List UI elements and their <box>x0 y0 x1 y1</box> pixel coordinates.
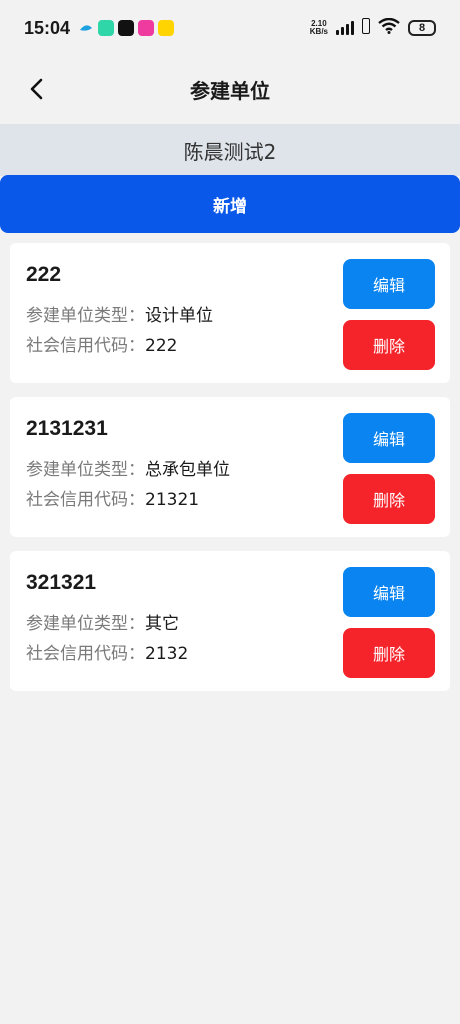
credit-code-label: 社会信用代码： <box>26 644 145 664</box>
sim-5g-icon <box>362 18 370 38</box>
unit-name: 222 <box>26 263 62 286</box>
edit-button[interactable]: 编辑 <box>343 567 435 617</box>
status-right: 2.10 KB/s 8 <box>310 17 436 38</box>
message-app-icon <box>98 20 115 36</box>
nav-bar: 参建单位 <box>0 56 460 122</box>
credit-code-label: 社会信用代码： <box>26 336 145 356</box>
unit-type-value: 设计单位 <box>145 306 213 326</box>
delete-button[interactable]: 删除 <box>343 320 435 370</box>
back-button[interactable] <box>22 74 52 104</box>
delete-button[interactable]: 删除 <box>343 628 435 678</box>
taobao-app-icon <box>118 20 135 36</box>
add-button[interactable]: 新增 <box>0 175 460 233</box>
status-bar: 15:04 2.10 KB/s 8 <box>0 0 460 56</box>
net-speed: 2.10 KB/s <box>310 20 328 36</box>
credit-code-value: 2132 <box>145 644 189 664</box>
credit-code-value: 222 <box>145 336 178 356</box>
credit-code-line: 社会信用代码：222 <box>26 331 177 356</box>
unit-type-value: 总承包单位 <box>145 460 230 480</box>
edit-button[interactable]: 编辑 <box>343 413 435 463</box>
credit-code-label: 社会信用代码： <box>26 490 145 510</box>
net-speed-unit: KB/s <box>309 27 328 36</box>
unit-type-label: 参建单位类型： <box>26 306 145 326</box>
edit-button[interactable]: 编辑 <box>343 259 435 309</box>
unit-card: 2131231 参建单位类型：总承包单位 社会信用代码：21321 编辑 删除 <box>10 397 450 537</box>
unit-type-line: 参建单位类型：设计单位 <box>26 301 213 326</box>
chevron-left-icon <box>30 78 43 100</box>
unit-name: 2131231 <box>26 417 108 440</box>
pink-app-icon <box>138 20 155 36</box>
delete-button[interactable]: 删除 <box>343 474 435 524</box>
notification-icons <box>78 20 175 36</box>
bird-app-icon <box>78 20 94 36</box>
credit-code-value: 21321 <box>145 490 200 510</box>
unit-type-label: 参建单位类型： <box>26 614 145 634</box>
page-title: 参建单位 <box>190 78 270 103</box>
wifi-icon <box>378 17 400 38</box>
battery-icon: 8 <box>408 20 436 36</box>
credit-code-line: 社会信用代码：2132 <box>26 639 188 664</box>
unit-name: 321321 <box>26 571 97 594</box>
project-name: 陈晨测试2 <box>0 124 460 176</box>
unit-type-line: 参建单位类型：其它 <box>26 609 179 634</box>
status-time: 15:04 <box>24 17 71 38</box>
unit-card: 321321 参建单位类型：其它 社会信用代码：2132 编辑 删除 <box>10 551 450 691</box>
credit-code-line: 社会信用代码：21321 <box>26 485 199 510</box>
unit-type-label: 参建单位类型： <box>26 460 145 480</box>
unit-type-line: 参建单位类型：总承包单位 <box>26 455 230 480</box>
unit-type-value: 其它 <box>145 614 179 634</box>
yellow-app-icon <box>158 20 175 36</box>
signal-icon <box>336 21 354 35</box>
unit-card: 222 参建单位类型：设计单位 社会信用代码：222 编辑 删除 <box>10 243 450 383</box>
